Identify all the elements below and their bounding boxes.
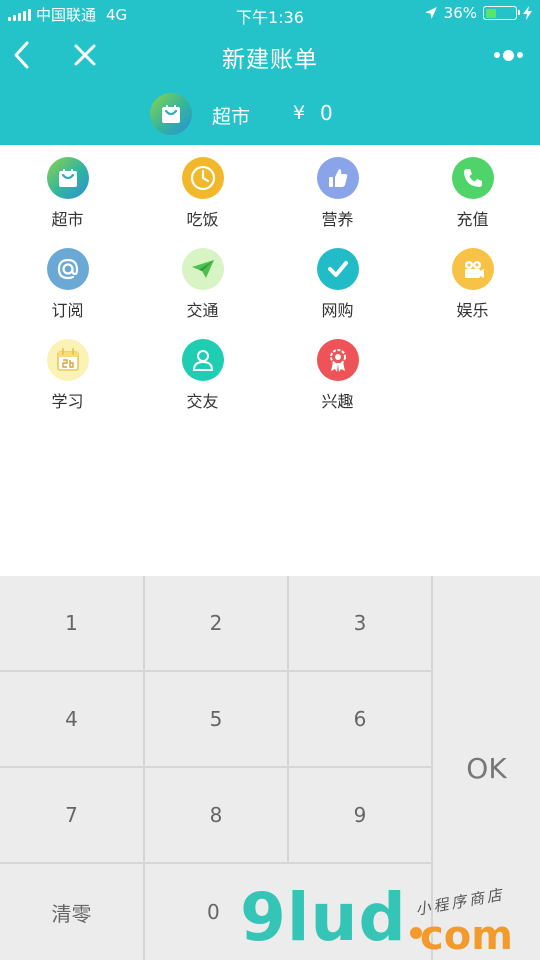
location-arrow-icon (424, 7, 437, 19)
projector-icon (451, 248, 494, 290)
key-1[interactable]: 1 (0, 576, 143, 670)
category-entertainment[interactable]: 娱乐 (405, 236, 540, 322)
category-nutrition[interactable]: 营养 (270, 145, 405, 231)
category-label: 交友 (186, 392, 219, 411)
key-6[interactable]: 6 (289, 672, 431, 766)
category-meals[interactable]: 吃饭 (135, 145, 270, 231)
clock-icon (181, 157, 224, 199)
status-right: 36% (424, 4, 532, 22)
category-label: 学习 (51, 392, 84, 411)
key-3[interactable]: 3 (289, 576, 431, 670)
bill-summary: 超市 ¥ 0 (0, 90, 540, 138)
category-topup[interactable]: 充值 (405, 145, 540, 231)
category-social[interactable]: 交友 (135, 327, 270, 413)
category-label: 交通 (186, 301, 219, 320)
category-label: 营养 (321, 210, 354, 229)
key-5[interactable]: 5 (145, 672, 287, 766)
category-label: 超市 (51, 210, 84, 229)
category-label: 网购 (321, 301, 354, 320)
header: 中国联通 4G 下午1:36 36% 新建账单 超市 ¥ 0 (0, 0, 540, 145)
category-online-shopping[interactable]: 网购 (270, 236, 405, 322)
key-2[interactable]: 2 (145, 576, 287, 670)
category-label: 娱乐 (456, 301, 489, 320)
key-8[interactable]: 8 (145, 768, 287, 862)
category-hobby[interactable]: 兴趣 (270, 327, 405, 413)
badge-icon (316, 339, 359, 381)
person-icon (181, 339, 224, 381)
key-7[interactable]: 7 (0, 768, 143, 862)
thumbs-up-icon (316, 157, 359, 199)
page-title: 新建账单 (222, 47, 318, 73)
paper-plane-icon (181, 248, 224, 290)
battery-percent: 36% (443, 4, 477, 22)
at-icon (46, 248, 89, 290)
category-label: 订阅 (51, 301, 84, 320)
category-supermarket[interactable]: 超市 (0, 145, 135, 231)
category-transport[interactable]: 交通 (135, 236, 270, 322)
clear-button[interactable]: 清零 (0, 864, 143, 960)
shopping-bag-icon (150, 93, 192, 135)
key-4[interactable]: 4 (0, 672, 143, 766)
number-keypad: 1 2 3 4 5 6 7 8 9 清零 0 OK (0, 576, 540, 960)
category-label: 兴趣 (321, 392, 354, 411)
checkmark-icon (316, 248, 359, 290)
nav-bar: 新建账单 (0, 30, 540, 80)
charging-bolt-icon (523, 6, 532, 20)
bill-amount: 0 (320, 101, 333, 125)
shopping-bag-icon (46, 157, 89, 199)
status-bar: 中国联通 4G 下午1:36 36% (0, 0, 540, 28)
more-dots-icon[interactable] (488, 44, 528, 66)
key-9[interactable]: 9 (289, 768, 431, 862)
calendar-icon (46, 339, 89, 381)
summary-category-label: 超市 (212, 106, 251, 128)
currency-symbol: ¥ (293, 102, 306, 124)
category-subscription[interactable]: 订阅 (0, 236, 135, 322)
category-study[interactable]: 学习 (0, 327, 135, 413)
phone-icon (451, 157, 494, 199)
category-label: 吃饭 (186, 210, 219, 229)
category-label: 充值 (456, 210, 489, 229)
ok-button[interactable]: OK (433, 576, 540, 960)
battery-icon (483, 6, 520, 20)
key-0[interactable]: 0 (145, 864, 431, 960)
battery-fill (485, 8, 496, 18)
